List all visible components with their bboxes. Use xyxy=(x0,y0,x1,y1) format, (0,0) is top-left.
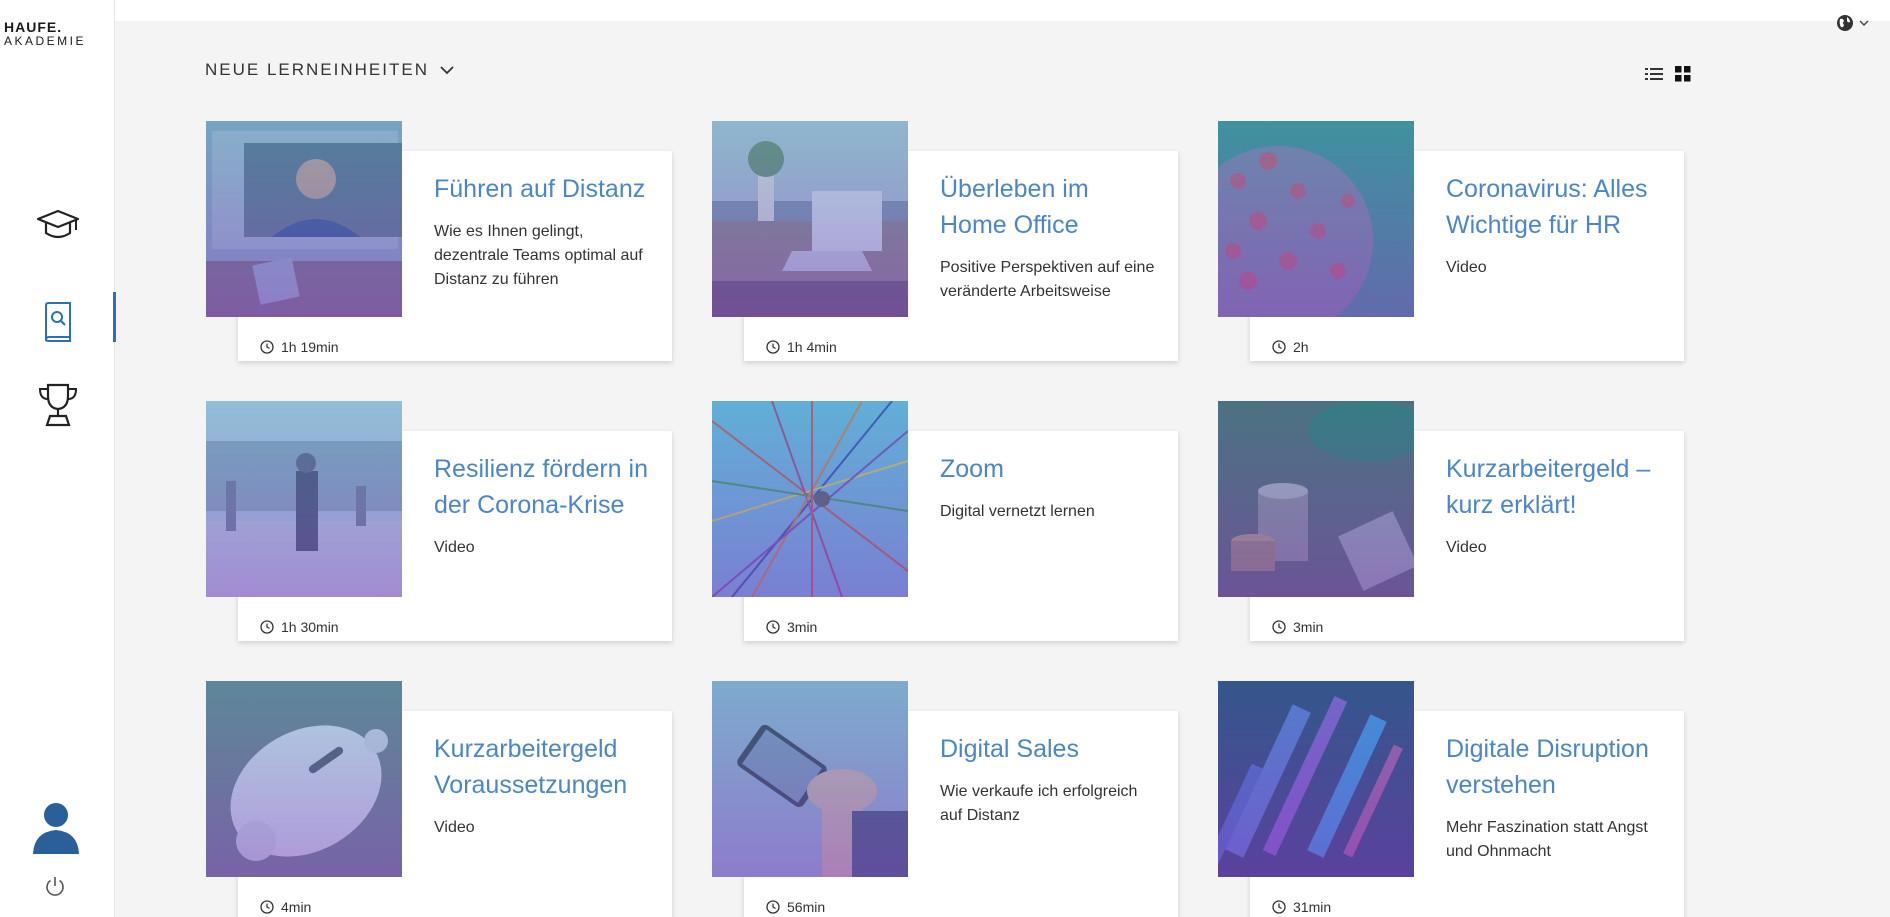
chevron-down-icon xyxy=(440,66,454,75)
course-description: Digital vernetzt lernen xyxy=(940,503,1095,520)
logo-line2: AKADEMIE xyxy=(4,34,87,48)
chevron-down-icon xyxy=(1859,20,1869,26)
nav-item-achievements[interactable] xyxy=(0,375,115,435)
clock-icon xyxy=(1272,340,1286,354)
duration-label: 4min xyxy=(281,899,312,915)
duration-label: 56min xyxy=(787,899,826,915)
section-title: NEUE LERNEINHEITEN xyxy=(205,60,429,79)
course-title: Kurzarbeitergeld – kurz erklärt! xyxy=(1446,455,1651,519)
course-card[interactable]: Zoom Digital vernetzt lernen 3min xyxy=(712,401,1178,641)
course-duration: 2h xyxy=(1272,339,1309,355)
course-title: Führen auf Distanz xyxy=(434,175,646,203)
course-card[interactable]: Überleben im Home Office Positive Perspe… xyxy=(712,121,1178,361)
haufe-akademie-logo[interactable]: HAUFE. AKADEMIE xyxy=(4,20,108,47)
clock-icon xyxy=(1272,900,1286,914)
course-duration: 1h 4min xyxy=(766,339,837,355)
sidebar: HAUFE. AKADEMIE xyxy=(0,0,116,917)
nav-item-catalog[interactable] xyxy=(0,292,116,352)
course-thumbnail xyxy=(1218,121,1414,317)
course-description: Video xyxy=(434,539,475,556)
duration-label: 2h xyxy=(1293,339,1309,355)
course-title: Resilienz fördern in der Corona-Krise xyxy=(434,455,648,519)
globe-icon xyxy=(1837,15,1853,31)
course-title: Überleben im Home Office xyxy=(940,175,1089,239)
course-duration: 4min xyxy=(260,899,311,915)
language-selector[interactable] xyxy=(1836,14,1870,32)
course-description: Positive Perspektiven auf eine verändert… xyxy=(940,259,1155,300)
course-thumbnail xyxy=(206,121,402,317)
duration-label: 1h 30min xyxy=(281,619,339,635)
nav-item-learning[interactable] xyxy=(0,196,115,256)
course-description: Wie es Ihnen gelingt, dezentrale Teams o… xyxy=(434,223,643,288)
clock-icon xyxy=(260,340,274,354)
course-card[interactable]: Kurzarbeitergeld – kurz erklärt! Video 3… xyxy=(1218,401,1684,641)
user-avatar-icon[interactable] xyxy=(32,800,80,854)
duration-label: 31min xyxy=(1293,899,1332,915)
course-card[interactable]: Digitale Disruption verstehen Mehr Faszi… xyxy=(1218,681,1684,917)
course-card[interactable]: Führen auf Distanz Wie es Ihnen gelingt,… xyxy=(206,121,672,361)
course-thumbnail xyxy=(712,681,908,877)
section-dropdown[interactable]: NEUE LERNEINHEITEN xyxy=(205,60,455,80)
course-duration: 31min xyxy=(1272,899,1331,915)
course-title: Digital Sales xyxy=(940,735,1079,763)
duration-label: 1h 19min xyxy=(281,339,339,355)
top-bar xyxy=(115,0,1890,31)
course-title: Zoom xyxy=(940,455,1004,483)
course-title: Digitale Disruption verstehen xyxy=(1446,735,1649,799)
course-description: Video xyxy=(1446,259,1487,276)
course-thumbnail xyxy=(1218,401,1414,597)
course-card[interactable]: Digital Sales Wie verkaufe ich erfolgrei… xyxy=(712,681,1178,917)
duration-label: 3min xyxy=(1293,619,1324,635)
clock-icon xyxy=(766,900,780,914)
clock-icon xyxy=(766,620,780,634)
clock-icon xyxy=(1272,620,1286,634)
duration-label: 3min xyxy=(787,619,818,635)
course-description: Wie verkaufe ich erfolgreich auf Distanz xyxy=(940,783,1138,824)
course-duration: 3min xyxy=(766,619,817,635)
clock-icon xyxy=(260,620,274,634)
course-duration: 1h 19min xyxy=(260,339,339,355)
course-duration: 1h 30min xyxy=(260,619,339,635)
course-card[interactable]: Resilienz fördern in der Corona-Krise Vi… xyxy=(206,401,672,641)
course-duration: 56min xyxy=(766,899,825,915)
clock-icon xyxy=(766,340,780,354)
duration-label: 1h 4min xyxy=(787,339,837,355)
course-title: Kurzarbeitergeld Voraussetzungen xyxy=(434,735,628,799)
course-thumbnail xyxy=(206,401,402,597)
course-card[interactable]: Coronavirus: Alles Wichtige für HR Video… xyxy=(1218,121,1684,361)
view-toggles xyxy=(1645,66,1691,87)
list-view-icon[interactable] xyxy=(1645,66,1663,87)
clock-icon xyxy=(260,900,274,914)
course-description: Mehr Faszination statt Angst und Ohnmach… xyxy=(1446,819,1648,860)
course-description: Video xyxy=(434,819,475,836)
book-search-icon xyxy=(44,302,71,342)
trophy-icon xyxy=(38,383,77,427)
logo-line1: HAUFE. xyxy=(4,19,63,35)
power-icon[interactable] xyxy=(43,874,67,898)
course-thumbnail xyxy=(206,681,402,877)
course-card[interactable]: Kurzarbeitergeld Voraussetzungen Video 4… xyxy=(206,681,672,917)
course-thumbnail xyxy=(712,401,908,597)
course-title: Coronavirus: Alles Wichtige für HR xyxy=(1446,175,1648,239)
course-thumbnail xyxy=(1218,681,1414,877)
course-duration: 3min xyxy=(1272,619,1323,635)
course-description: Video xyxy=(1446,539,1487,556)
graduation-cap-icon xyxy=(36,209,79,239)
course-thumbnail xyxy=(712,121,908,317)
grid-view-icon[interactable] xyxy=(1675,66,1691,87)
